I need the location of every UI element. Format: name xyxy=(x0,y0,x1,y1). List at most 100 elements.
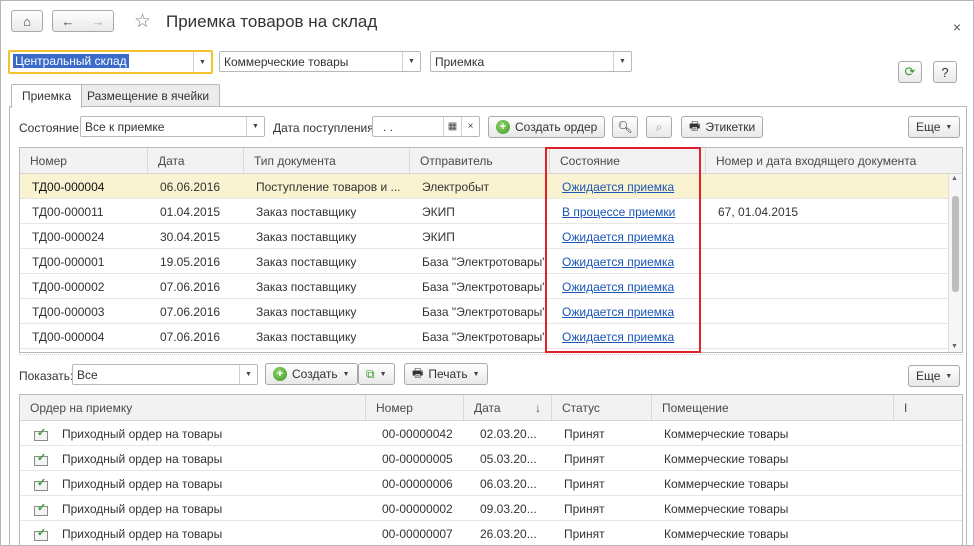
create-label: Создать xyxy=(292,367,338,381)
cell-order: Приходный ордер на товары xyxy=(62,452,223,466)
tab-acceptance[interactable]: Приемка xyxy=(11,84,83,108)
cell-status: Принят xyxy=(564,477,605,491)
warehouse-select[interactable]: Центральный склад ▼ xyxy=(8,50,213,74)
scroll-up-icon[interactable]: ▲ xyxy=(951,175,958,182)
date-value: . . xyxy=(383,120,394,134)
more-label: Еще xyxy=(916,369,941,383)
cell-status: Принят xyxy=(564,427,605,441)
calendar-icon[interactable]: ▦ xyxy=(443,117,461,136)
create-order-label: Создать ордер xyxy=(515,120,598,134)
col-more[interactable]: I xyxy=(894,395,962,421)
splitter[interactable] xyxy=(19,354,963,358)
cell-type: Заказ поставщику xyxy=(256,255,357,269)
labels-label: Этикетки xyxy=(705,120,756,134)
operation-select[interactable]: Приемка ▼ xyxy=(430,51,632,72)
cell-date: 05.03.20... xyxy=(480,452,537,466)
create-order-button[interactable]: + Создать ордер xyxy=(488,116,606,138)
show-select[interactable]: Все ▼ xyxy=(72,364,258,385)
scroll-down-icon[interactable]: ▼ xyxy=(951,343,958,350)
document-posted-icon xyxy=(34,451,48,466)
table-row[interactable]: ТД00-000002 07.06.2016 Заказ поставщику Баз… xyxy=(20,274,962,299)
cell-room: Коммерческие товары xyxy=(664,477,789,491)
cell-type: Заказ поставщику xyxy=(256,230,357,244)
clear-search-button[interactable]: ⌕ xyxy=(646,116,672,138)
chevron-down-icon[interactable]: ▼ xyxy=(239,365,257,384)
cell-incoming xyxy=(706,274,936,299)
search-button[interactable]: 🔍︎ xyxy=(612,116,638,138)
cell-num: 00-00000006 xyxy=(382,477,453,491)
table-row[interactable]: ТД00-000011 01.04.2015 Заказ поставщику ЭКИ… xyxy=(20,199,962,224)
clear-icon[interactable]: × xyxy=(461,117,479,136)
table-row[interactable]: ТД00-000004 06.06.2016 Поступление товаров… xyxy=(20,174,962,199)
col-number[interactable]: Номер xyxy=(366,395,464,421)
table-row[interactable]: ТД00-000003 07.06.2016 Заказ поставщику Баз… xyxy=(20,299,962,324)
show-value: Все xyxy=(77,368,98,382)
col-date[interactable]: Дата ↓ xyxy=(464,395,552,421)
table-row[interactable]: Приходный ордер на товары 00-00000002 09.0… xyxy=(20,496,962,521)
help-button[interactable]: ? xyxy=(933,61,957,83)
table-row[interactable]: Приходный ордер на товары 00-00000005 05.0… xyxy=(20,446,962,471)
state-select[interactable]: Все к приемке ▼ xyxy=(80,116,265,137)
col-doc-type[interactable]: Тип документа xyxy=(244,148,410,174)
chevron-down-icon: ▼ xyxy=(945,123,953,131)
sort-arrow-icon: ↓ xyxy=(535,401,541,415)
col-date-label: Дата xyxy=(474,401,501,415)
cell-date: 07.06.2016 xyxy=(160,330,221,344)
more-button[interactable]: Еще ▼ xyxy=(908,116,961,138)
cell-order: Приходный ордер на товары xyxy=(62,427,223,441)
cell-num: 00-00000005 xyxy=(382,452,453,466)
cell-sender: ЭКИП xyxy=(422,205,455,219)
col-order[interactable]: Ордер на приемку xyxy=(20,395,366,421)
col-status[interactable]: Статус xyxy=(552,395,652,421)
cell-status: Принят xyxy=(564,452,605,466)
state-value: Все к приемке xyxy=(85,120,165,134)
table-row[interactable]: Приходный ордер на товары 00-00000042 02.0… xyxy=(20,421,962,446)
orders-grid: Ордер на приемку Номер Дата ↓ Статус Пом… xyxy=(19,394,963,545)
close-icon[interactable]: × xyxy=(953,19,961,35)
labels-button[interactable]: 🖶︎ Этикетки xyxy=(681,116,764,138)
premises-select[interactable]: Коммерческие товары ▼ xyxy=(219,51,421,72)
home-button[interactable]: ⌂ xyxy=(11,10,43,32)
col-sender[interactable]: Отправитель xyxy=(410,148,550,174)
refresh-button[interactable]: ⟳ xyxy=(898,61,922,83)
cell-date: 26.03.20... xyxy=(480,527,537,541)
create-based-on-button[interactable]: ⧉ ▼ xyxy=(358,363,395,385)
col-room[interactable]: Помещение xyxy=(652,395,894,421)
more-button-2[interactable]: Еще ▼ xyxy=(908,365,961,387)
scroll-thumb[interactable] xyxy=(952,196,959,292)
table-row[interactable]: ТД00-000004 07.06.2016 Заказ поставщику Баз… xyxy=(20,324,962,349)
printer-icon: 🖶︎ xyxy=(412,365,424,380)
magnifier-icon: 🔍︎ xyxy=(617,120,633,134)
cell-order: Приходный ордер на товары xyxy=(62,477,223,491)
chevron-down-icon[interactable]: ▼ xyxy=(613,52,631,71)
back-arrow-icon[interactable]: ← xyxy=(62,14,75,29)
chevron-down-icon[interactable]: ▼ xyxy=(402,52,420,71)
table-row[interactable]: ТД00-000001 19.05.2016 Заказ поставщику Баз… xyxy=(20,249,962,274)
chevron-down-icon[interactable]: ▼ xyxy=(246,117,264,136)
chevron-down-icon: ▼ xyxy=(945,372,953,380)
tab-placement[interactable]: Размещение в ячейки xyxy=(76,84,221,107)
col-date[interactable]: Дата xyxy=(148,148,244,174)
document-posted-icon xyxy=(34,526,48,541)
cell-incoming xyxy=(706,249,936,274)
state-label: Состояние: xyxy=(19,121,83,135)
cell-type: Поступление товаров и ... xyxy=(256,180,401,194)
table-row[interactable]: Приходный ордер на товары 00-00000006 06.0… xyxy=(20,471,962,496)
cell-order: Приходный ордер на товары xyxy=(62,527,223,541)
cell-num: ТД00-000003 xyxy=(32,305,105,319)
chevron-down-icon[interactable]: ▼ xyxy=(193,52,211,72)
favorite-star-icon[interactable]: ☆ xyxy=(134,10,151,33)
date-field[interactable]: . . ▦ × xyxy=(372,116,480,137)
cell-num: 00-00000007 xyxy=(382,527,453,541)
col-number[interactable]: Номер xyxy=(20,148,148,174)
cell-num: ТД00-000004 xyxy=(32,330,105,344)
cell-type: Заказ поставщику xyxy=(256,305,357,319)
col-incoming[interactable]: Номер и дата входящего документа xyxy=(706,148,950,174)
vertical-scrollbar[interactable]: ▲ ▼ xyxy=(948,174,962,352)
table-row[interactable]: Приходный ордер на товары 00-00000007 26.0… xyxy=(20,521,962,545)
print-button[interactable]: 🖶︎ Печать ▼ xyxy=(404,363,488,385)
create-button[interactable]: + Создать ▼ xyxy=(265,363,358,385)
forward-arrow-icon[interactable]: → xyxy=(92,14,105,29)
cell-date: 09.03.20... xyxy=(480,502,537,516)
table-row[interactable]: ТД00-000024 30.04.2015 Заказ поставщику ЭКИ… xyxy=(20,224,962,249)
